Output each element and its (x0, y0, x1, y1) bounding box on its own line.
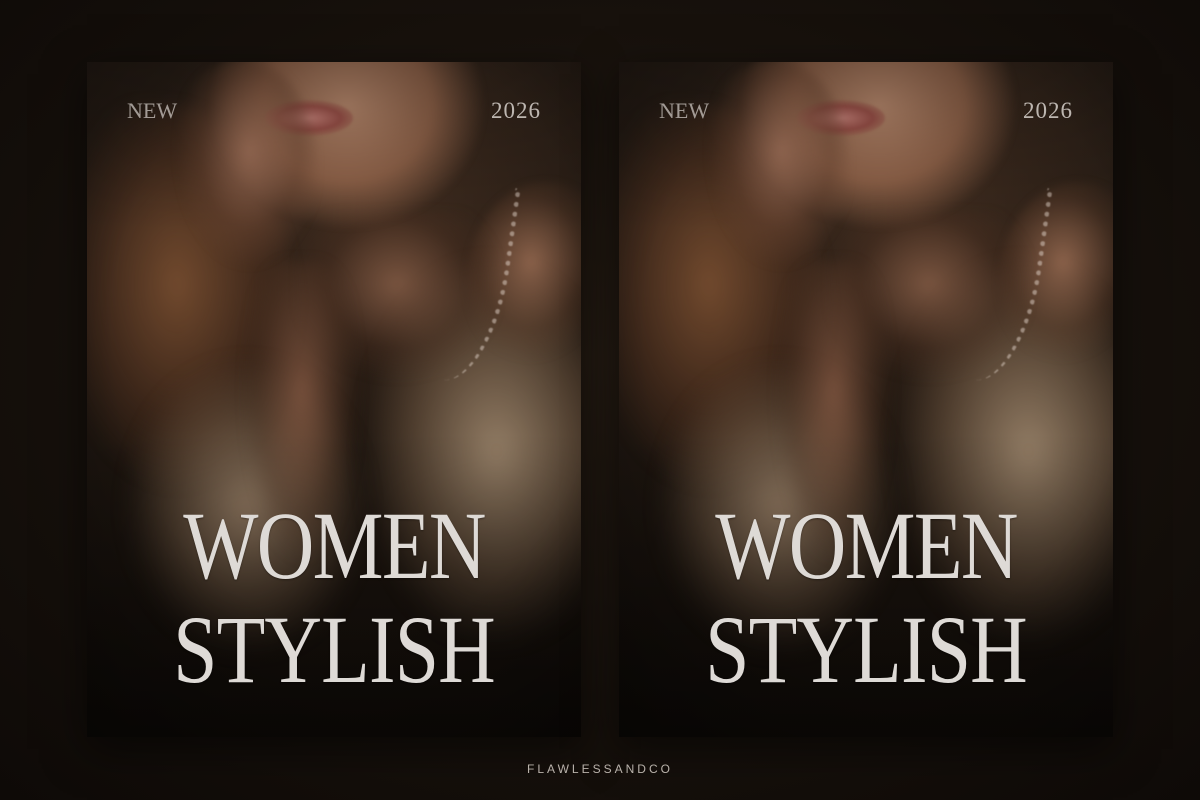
headline-stylish: STYLISH (173, 596, 496, 703)
brand-name: FLAWLESSANDCO (527, 762, 673, 776)
headline-women: WOMEN (715, 492, 1018, 599)
year-tag: 2026 (1023, 98, 1073, 123)
headline-stylish: STYLISH (705, 596, 1028, 703)
year-tag: 2026 (491, 98, 541, 123)
new-tag: NEW (659, 98, 710, 123)
poster-right: NEW 2026 WOMEN STYLISH (619, 62, 1113, 737)
new-tag: NEW (127, 98, 178, 123)
headline-women: WOMEN (183, 492, 486, 599)
poster-left: NEW 2026 WOMEN STYLISH (87, 62, 581, 737)
